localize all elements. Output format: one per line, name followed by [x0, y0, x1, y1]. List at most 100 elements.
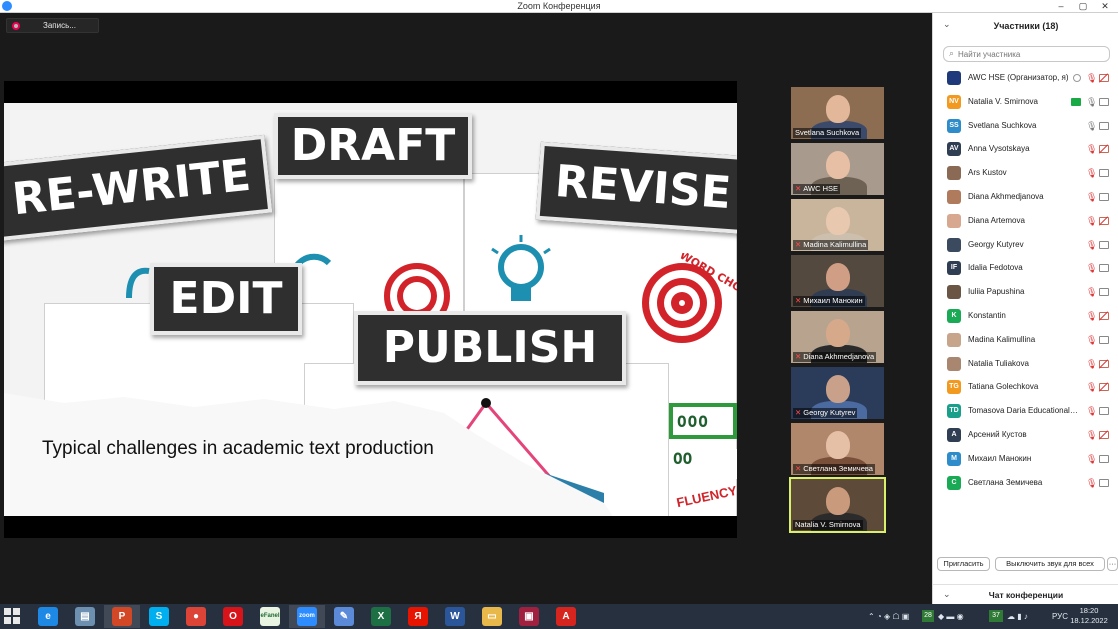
participant-row[interactable]: А Арсений Кустов 🎙 [933, 424, 1118, 448]
mic-icon[interactable]: 🎙 [1086, 96, 1097, 108]
camera-off-icon[interactable] [1099, 359, 1109, 368]
participant-search[interactable]: ⌕ [943, 46, 1110, 62]
clock[interactable]: 18:20 18.12.2022 [1070, 606, 1108, 626]
tray-badge[interactable]: 28 [922, 610, 934, 622]
camera-icon[interactable] [1099, 169, 1109, 178]
video-thumbnail[interactable]: ✕ Madina Kalimullina [791, 199, 884, 251]
mic-muted-icon[interactable]: 🎙 [1086, 72, 1097, 84]
mic-muted-icon[interactable]: 🎙 [1086, 453, 1097, 465]
start-button[interactable] [4, 608, 21, 625]
winrar-taskbar-button[interactable]: ▣ [511, 605, 547, 628]
banner-edit: EDIT [150, 263, 302, 335]
tray-icons-2[interactable]: ◆ ▬ ◉ [938, 604, 964, 629]
efanel-taskbar-button[interactable]: eFanel [252, 605, 288, 628]
mic-muted-icon[interactable]: 🎙 [1086, 286, 1097, 298]
mic-muted-icon[interactable]: 🎙 [1086, 239, 1097, 251]
participant-row[interactable]: М Михаил Манокин 🎙 [933, 448, 1118, 472]
yandex-taskbar-button[interactable]: Я [400, 605, 436, 628]
camera-off-icon[interactable] [1099, 145, 1109, 154]
camera-off-icon[interactable] [1099, 383, 1109, 392]
mic-muted-icon[interactable]: 🎙 [1086, 405, 1097, 417]
participant-row[interactable]: Natalia Tuliakova 🎙 [933, 353, 1118, 377]
word-taskbar-button[interactable]: W [437, 605, 473, 628]
participant-row[interactable]: AWC HSE (Организатор, я) 🎙 [933, 67, 1118, 91]
recording-indicator[interactable]: Запись... [6, 18, 99, 33]
mic-muted-icon[interactable]: 🎙 [1086, 381, 1097, 393]
pdf-taskbar-button[interactable]: A [548, 605, 584, 628]
temperature-badge[interactable]: 37 [989, 610, 1003, 622]
camera-icon[interactable] [1099, 192, 1109, 201]
mic-muted-icon[interactable]: 🎙 [1086, 334, 1097, 346]
camera-icon[interactable] [1099, 454, 1109, 463]
participant-search-input[interactable] [958, 48, 1106, 60]
participant-row[interactable]: С Светлана Земичева 🎙 [933, 472, 1118, 496]
participant-row[interactable]: TG Tatiana Golechkova 🎙 [933, 376, 1118, 400]
recording-icon [1073, 74, 1081, 82]
mute-all-button[interactable]: Выключить звук для всех [995, 557, 1105, 571]
muted-mic-icon: ✕ [795, 184, 802, 193]
camera-icon[interactable] [1099, 97, 1109, 106]
participant-row[interactable]: K Konstantin 🎙 [933, 305, 1118, 329]
mic-muted-icon[interactable]: 🎙 [1086, 167, 1097, 179]
camera-off-icon[interactable] [1099, 430, 1109, 439]
participant-row[interactable]: SS Svetlana Suchkova 🎙 [933, 115, 1118, 139]
mic-muted-icon[interactable]: 🎙 [1086, 262, 1097, 274]
camera-icon[interactable] [1099, 335, 1109, 344]
video-thumbnail[interactable]: ✕ Светлана Земичева [791, 423, 884, 475]
participant-row[interactable]: Georgy Kutyrev 🎙 [933, 234, 1118, 258]
participant-row[interactable]: Diana Akhmedjanova 🎙 [933, 186, 1118, 210]
excel-taskbar-button[interactable]: X [363, 605, 399, 628]
close-button[interactable]: ✕ [1094, 0, 1116, 13]
tray-icons[interactable]: ⌃ ◔ ◈ ☖ ▣ [868, 604, 909, 629]
camera-off-icon[interactable] [1099, 74, 1109, 82]
opera-taskbar-button[interactable]: O [215, 605, 251, 628]
mic-muted-icon[interactable]: 🎙 [1086, 143, 1097, 155]
zoom-taskbar-button[interactable]: zoom [289, 605, 325, 628]
language-indicator[interactable]: РУС [1052, 604, 1068, 629]
video-thumbnail[interactable]: Svetlana Suchkova [791, 87, 884, 139]
ie-taskbar-button[interactable]: e [30, 605, 66, 628]
camera-icon[interactable] [1099, 478, 1109, 487]
camera-off-icon[interactable] [1099, 216, 1109, 225]
maximize-button[interactable]: ▢ [1072, 0, 1094, 13]
file-manager-taskbar-button[interactable]: ▤ [67, 605, 103, 628]
minimize-button[interactable]: – [1050, 0, 1072, 13]
camera-icon[interactable] [1099, 264, 1109, 273]
participant-row[interactable]: Diana Artemova 🎙 [933, 210, 1118, 234]
invite-button[interactable]: Пригласить [937, 557, 990, 571]
mic-muted-icon[interactable]: 🎙 [1086, 191, 1097, 203]
paint-taskbar-button[interactable]: ✎ [326, 605, 362, 628]
participant-name: Anna Vysotskaya [968, 144, 1030, 154]
skype-taskbar-button[interactable]: S [141, 605, 177, 628]
camera-icon[interactable] [1099, 288, 1109, 297]
more-options-button[interactable]: ··· [1107, 557, 1118, 571]
participant-row[interactable]: NV Natalia V. Smirnova 🎙 [933, 91, 1118, 115]
mic-muted-icon[interactable]: 🎙 [1086, 477, 1097, 489]
powerpoint-taskbar-button[interactable]: P [104, 605, 140, 628]
mic-muted-icon[interactable]: 🎙 [1086, 429, 1097, 441]
camera-off-icon[interactable] [1099, 311, 1109, 320]
participant-row[interactable]: Iuliia Papushina 🎙 [933, 281, 1118, 305]
mic-muted-icon[interactable]: 🎙 [1086, 310, 1097, 322]
chat-section-header[interactable]: ⌄ Чат конференции [933, 584, 1118, 604]
mic-icon[interactable]: 🎙 [1086, 120, 1097, 132]
video-thumbnail[interactable]: ✕ Diana Akhmedjanova [791, 311, 884, 363]
participant-row[interactable]: Madina Kalimullina 🎙 [933, 329, 1118, 353]
camera-icon[interactable] [1099, 240, 1109, 249]
participant-row[interactable]: IF Idalia Fedotova 🎙 [933, 257, 1118, 281]
mic-muted-icon[interactable]: 🎙 [1086, 358, 1097, 370]
camera-icon[interactable] [1099, 121, 1109, 130]
participant-row[interactable]: TD Tomasova Daria Educational sci... 🎙 [933, 400, 1118, 424]
video-thumbnail[interactable]: ✕ AWC HSE [791, 143, 884, 195]
participant-row[interactable]: AV Anna Vysotskaya 🎙 [933, 138, 1118, 162]
video-thumbnail[interactable]: ✕ Михаил Манокин [791, 255, 884, 307]
chrome-taskbar-button[interactable]: ● [178, 605, 214, 628]
tray-icons-3[interactable]: ☁ ▮ ♪ [1007, 604, 1028, 629]
opera-icon: O [223, 607, 243, 626]
video-thumbnail[interactable]: ✕ Georgy Kutyrev [791, 367, 884, 419]
video-thumbnail[interactable]: Natalia V. Smirnova [789, 477, 886, 533]
participant-row[interactable]: Ars Kustov 🎙 [933, 162, 1118, 186]
mic-muted-icon[interactable]: 🎙 [1086, 215, 1097, 227]
folder-taskbar-button[interactable]: ▭ [474, 605, 510, 628]
camera-icon[interactable] [1099, 407, 1109, 416]
